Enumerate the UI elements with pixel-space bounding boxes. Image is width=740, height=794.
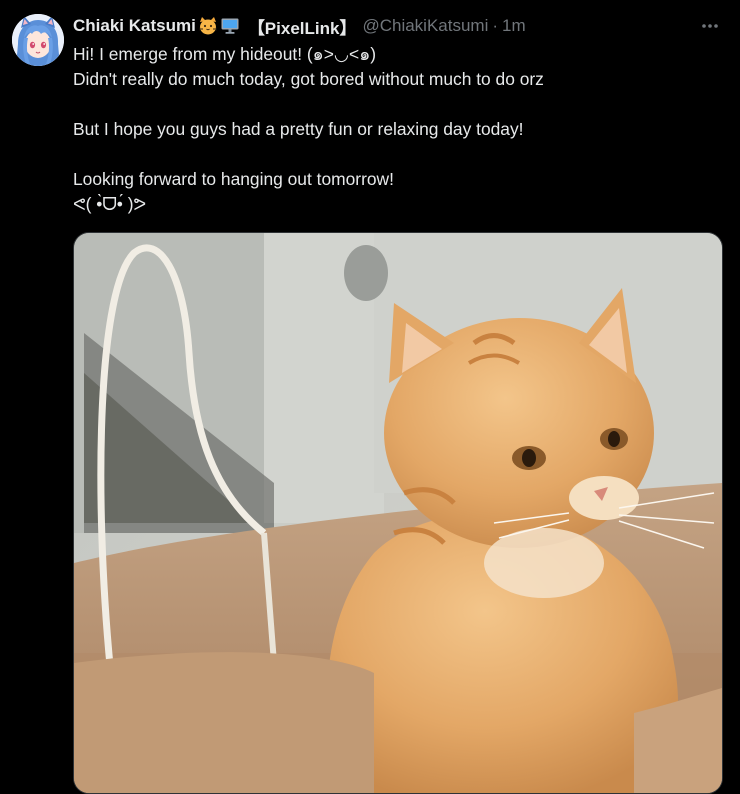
tweet-text-line: Looking forward to hanging out tomorrow! xyxy=(73,169,394,189)
avatar-anime-girl-icon xyxy=(12,14,64,66)
desktop-computer-icon xyxy=(220,16,240,36)
tweet-text: Hi! I emerge from my hideout! (๑>◡<๑) Di… xyxy=(73,42,723,217)
user-handle[interactable]: @ChiakiKatsumi xyxy=(362,16,488,36)
tweet-text-line: Hi! I emerge from my hideout! (๑>◡<๑) xyxy=(73,44,377,64)
profile-tag: 【PixelLink】 xyxy=(247,18,357,38)
timestamp[interactable]: 1m xyxy=(502,16,526,36)
avatar[interactable] xyxy=(12,14,64,66)
tweet-media[interactable] xyxy=(73,232,723,794)
tweet-text-line: Didn't really do much today, got bored w… xyxy=(73,69,544,89)
orange-cat-in-paper-bag-photo xyxy=(74,233,722,793)
more-options-button[interactable] xyxy=(698,14,722,38)
tweet-text-line: ᕙ( •̀ᗜ•́ )ᕗ xyxy=(73,194,147,214)
tweet-header: Chiaki Katsumi 【PixelLink】 @ChiakiKatsum… xyxy=(73,14,526,38)
tweet-card: Chiaki Katsumi 【PixelLink】 @ChiakiKatsum… xyxy=(0,0,740,794)
separator-dot: · xyxy=(492,16,499,35)
tweet-text-line: But I hope you guys had a pretty fun or … xyxy=(73,119,524,139)
cat-face-icon xyxy=(198,16,218,36)
more-horizontal-icon xyxy=(702,24,718,28)
display-name[interactable]: Chiaki Katsumi xyxy=(73,16,196,36)
